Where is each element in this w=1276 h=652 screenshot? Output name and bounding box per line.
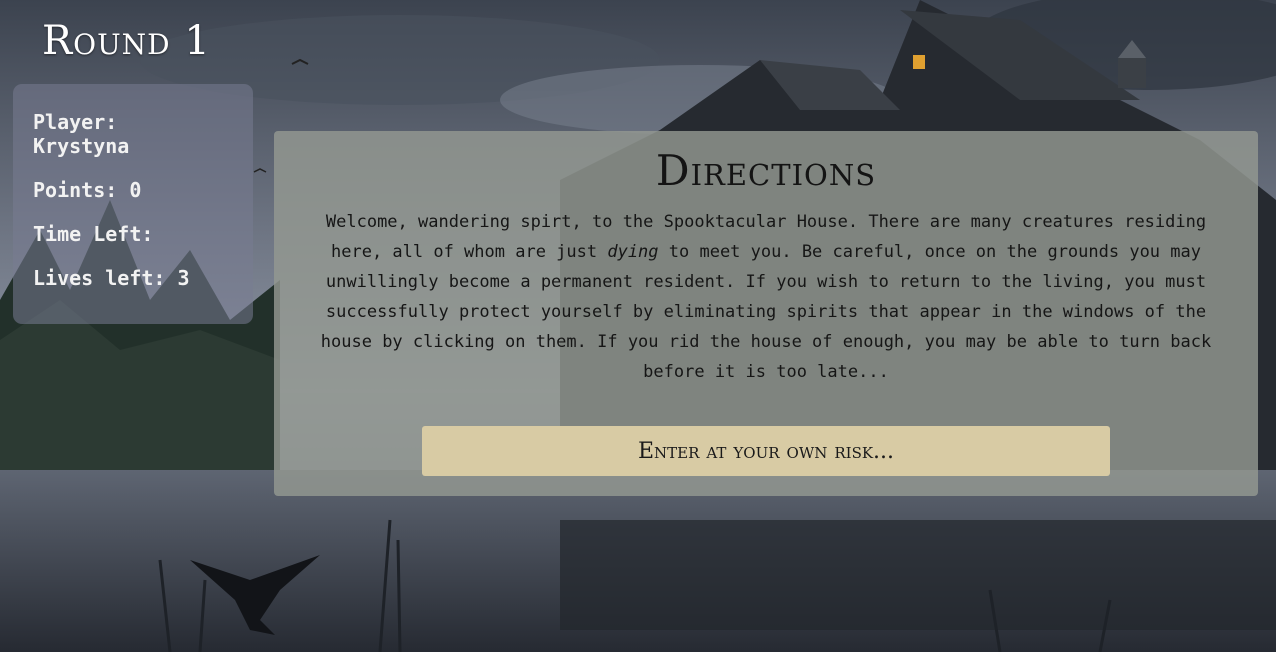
player-stat: Player: Krystyna bbox=[33, 110, 233, 158]
directions-text: Welcome, wandering spirt, to the Spookta… bbox=[304, 207, 1228, 387]
time-stat: Time Left: bbox=[33, 222, 233, 246]
directions-text-end: to meet you. Be careful, once on the gro… bbox=[320, 242, 1212, 382]
lives-value: 3 bbox=[177, 266, 190, 290]
points-label: Points: bbox=[33, 178, 118, 202]
points-value: 0 bbox=[129, 178, 142, 202]
enter-button[interactable]: Enter at your own risk... bbox=[422, 426, 1110, 476]
player-stats-panel: Player: Krystyna Points: 0 Time Left: Li… bbox=[13, 84, 253, 324]
directions-panel: Directions Welcome, wandering spirt, to … bbox=[274, 131, 1258, 496]
round-title: Round 1 bbox=[42, 18, 211, 64]
lives-label: Lives left: bbox=[33, 266, 166, 290]
directions-text-emphasis: dying bbox=[607, 242, 659, 262]
points-stat: Points: 0 bbox=[33, 178, 233, 202]
player-label: Player: bbox=[33, 110, 118, 134]
player-name: Krystyna bbox=[33, 134, 130, 158]
directions-heading: Directions bbox=[655, 146, 877, 195]
lives-stat: Lives left: 3 bbox=[33, 266, 233, 290]
time-label: Time Left: bbox=[33, 222, 154, 246]
